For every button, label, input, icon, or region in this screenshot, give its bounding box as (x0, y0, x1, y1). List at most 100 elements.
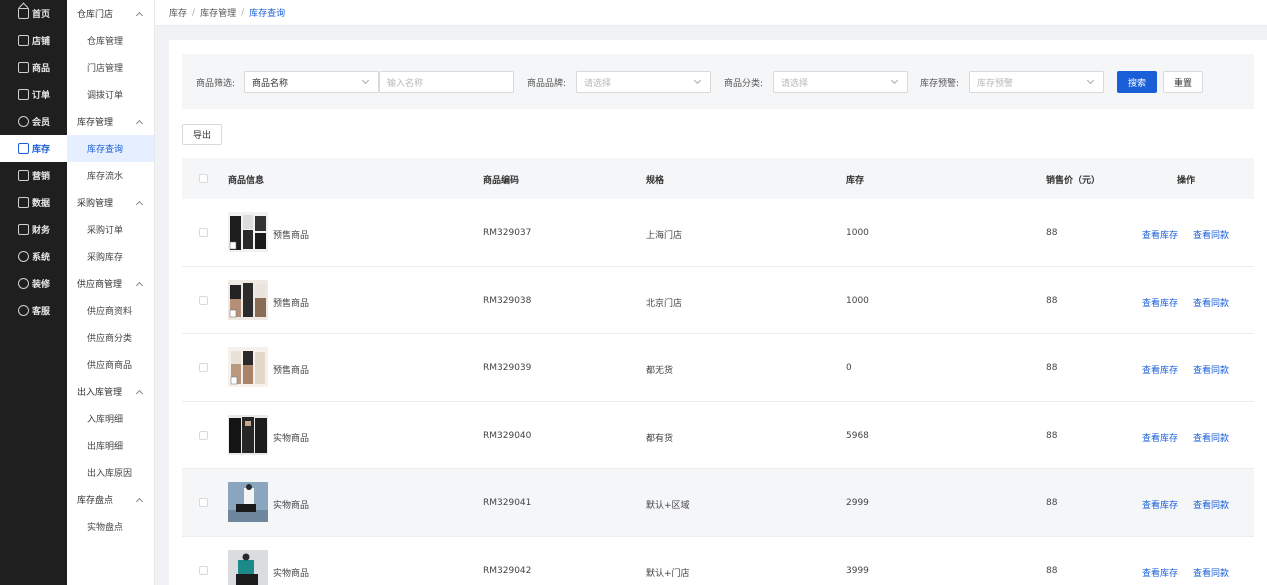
view-stock-link[interactable]: 查看库存 (1142, 498, 1178, 511)
view-stock-link[interactable]: 查看库存 (1142, 363, 1178, 376)
item-warehouse-manage[interactable]: 仓库管理 (67, 27, 154, 54)
nav-goods[interactable]: 商品 (0, 54, 67, 81)
data-icon (18, 197, 29, 208)
item-transfer-order[interactable]: 调拨订单 (67, 81, 154, 108)
goods-code: RM329040 (483, 430, 532, 441)
search-button[interactable]: 搜索 (1117, 71, 1157, 93)
table-row: 实物商品 RM329040 都有货 5968 88 查看库存 查看同款 (182, 401, 1254, 469)
goods-filter-select[interactable]: 商品名称 (244, 71, 379, 93)
nav-shop[interactable]: 店铺 (0, 27, 67, 54)
row-checkbox[interactable] (199, 430, 208, 440)
shop-icon (18, 35, 29, 46)
goods-stock: 1000 (846, 295, 869, 306)
row-checkbox[interactable] (199, 363, 208, 372)
group-warehouse-store[interactable]: 仓库门店 (67, 0, 154, 27)
item-outbound-detail[interactable]: 出库明细 (67, 432, 154, 459)
nav-inventory[interactable]: 库存 (0, 135, 67, 162)
item-physical-count[interactable]: 实物盘点 (67, 513, 154, 540)
goods-stock: 3999 (846, 565, 869, 576)
product-thumbnail (228, 212, 268, 252)
row-checkbox[interactable] (199, 295, 208, 305)
nav-order[interactable]: 订单 (0, 81, 67, 108)
secondary-sidebar: 仓库门店 仓库管理 门店管理 调拨订单 库存管理 库存查询 库存流水 采购管理 … (67, 0, 155, 585)
select-all-checkbox[interactable] (199, 174, 208, 183)
export-button[interactable]: 导出 (182, 124, 222, 145)
view-stock-link[interactable]: 查看库存 (1142, 566, 1178, 579)
table-row: 实物商品 RM329042 默认+门店 3999 88 查看库存 查看同款 (182, 536, 1254, 585)
table-row: 预售商品 RM329038 北京门店 1000 88 查看库存 查看同款 (182, 266, 1254, 334)
chevron-up-icon (135, 389, 144, 397)
col-stock: 库存 (846, 176, 865, 186)
group-stocktake[interactable]: 库存盘点 (67, 486, 154, 513)
nav-finance[interactable]: 财务 (0, 216, 67, 243)
breadcrumb-item[interactable]: 库存 (169, 6, 187, 19)
chevron-down-icon (890, 76, 899, 85)
table-row: 预售商品 RM329039 都无货 0 88 查看库存 查看同款 (182, 334, 1254, 402)
item-inventory-flow[interactable]: 库存流水 (67, 162, 154, 189)
view-similar-link[interactable]: 查看同款 (1193, 228, 1229, 241)
goods-price: 88 (1046, 363, 1058, 373)
nav-decoration[interactable]: 装修 (0, 270, 67, 297)
category-select[interactable]: 请选择 (773, 71, 908, 93)
item-inventory-query[interactable]: 库存查询 (67, 135, 154, 162)
row-checkbox[interactable] (199, 498, 208, 507)
item-inbound-detail[interactable]: 入库明细 (67, 405, 154, 432)
nav-data[interactable]: 数据 (0, 189, 67, 216)
goods-name: 实物商品 (273, 501, 310, 511)
group-purchase-manage[interactable]: 采购管理 (67, 189, 154, 216)
stock-warning-select[interactable]: 库存预警 (969, 71, 1104, 93)
view-similar-link[interactable]: 查看同款 (1193, 566, 1229, 579)
item-purchase-stock[interactable]: 采购库存 (67, 243, 154, 270)
goods-code: RM329039 (483, 363, 532, 373)
chevron-down-icon (361, 76, 370, 85)
goods-code: RM329037 (483, 228, 532, 238)
item-inout-reason[interactable]: 出入库原因 (67, 459, 154, 486)
system-icon (18, 251, 29, 262)
view-similar-link[interactable]: 查看同款 (1193, 296, 1229, 309)
nav-system[interactable]: 系统 (0, 243, 67, 270)
item-supplier-category[interactable]: 供应商分类 (67, 324, 154, 351)
breadcrumb-current: 库存查询 (249, 9, 286, 19)
item-supplier-profile[interactable]: 供应商资料 (67, 297, 154, 324)
item-supplier-goods[interactable]: 供应商商品 (67, 351, 154, 378)
primary-sidebar: 首页 店铺 商品 订单 会员 库存 营销 数据 财务 系统 装修 客服 (0, 0, 67, 585)
nav-service[interactable]: 客服 (0, 297, 67, 324)
goods-stock: 2999 (846, 498, 869, 508)
group-supplier-manage[interactable]: 供应商管理 (67, 270, 154, 297)
goods-name: 预售商品 (273, 298, 310, 309)
col-spec: 规格 (646, 176, 665, 186)
nav-member[interactable]: 会员 (0, 108, 67, 135)
group-inventory-manage[interactable]: 库存管理 (67, 108, 154, 135)
inventory-table: 商品信息 商品编码 规格 库存 销售价（元） 操作 预售商品 RM329037 … (182, 158, 1254, 585)
chevron-up-icon (135, 200, 144, 208)
view-similar-link[interactable]: 查看同款 (1193, 363, 1229, 376)
reset-button[interactable]: 重置 (1163, 71, 1203, 93)
view-stock-link[interactable]: 查看库存 (1142, 228, 1178, 241)
view-similar-link[interactable]: 查看同款 (1193, 431, 1229, 444)
product-thumbnail (228, 414, 268, 455)
chevron-down-icon (693, 76, 702, 85)
goods-name: 实物商品 (273, 433, 310, 444)
view-stock-link[interactable]: 查看库存 (1142, 296, 1178, 309)
row-checkbox[interactable] (199, 228, 208, 237)
stock-warning-label: 库存预警: (920, 79, 960, 89)
item-store-manage[interactable]: 门店管理 (67, 54, 154, 81)
nav-marketing[interactable]: 营销 (0, 162, 67, 189)
nav-home[interactable]: 首页 (0, 0, 67, 27)
view-similar-link[interactable]: 查看同款 (1193, 498, 1229, 511)
brand-select[interactable]: 请选择 (576, 71, 711, 93)
chevron-up-icon (135, 11, 144, 19)
goods-name-input[interactable]: 输入名称 (379, 71, 514, 93)
decoration-icon (18, 278, 29, 289)
item-purchase-order[interactable]: 采购订单 (67, 216, 154, 243)
chevron-up-icon (135, 281, 144, 289)
breadcrumb-item[interactable]: 库存管理 (200, 6, 236, 19)
goods-code: RM329038 (483, 295, 532, 306)
product-thumbnail (228, 482, 268, 522)
goods-filter-label: 商品筛选: (196, 79, 236, 89)
group-inout-manage[interactable]: 出入库管理 (67, 378, 154, 405)
goods-spec: 都无货 (646, 366, 674, 376)
row-checkbox[interactable] (199, 565, 208, 575)
table-row: 实物商品 RM329041 默认+区域 2999 88 查看库存 查看同款 (182, 469, 1254, 537)
view-stock-link[interactable]: 查看库存 (1142, 431, 1178, 444)
